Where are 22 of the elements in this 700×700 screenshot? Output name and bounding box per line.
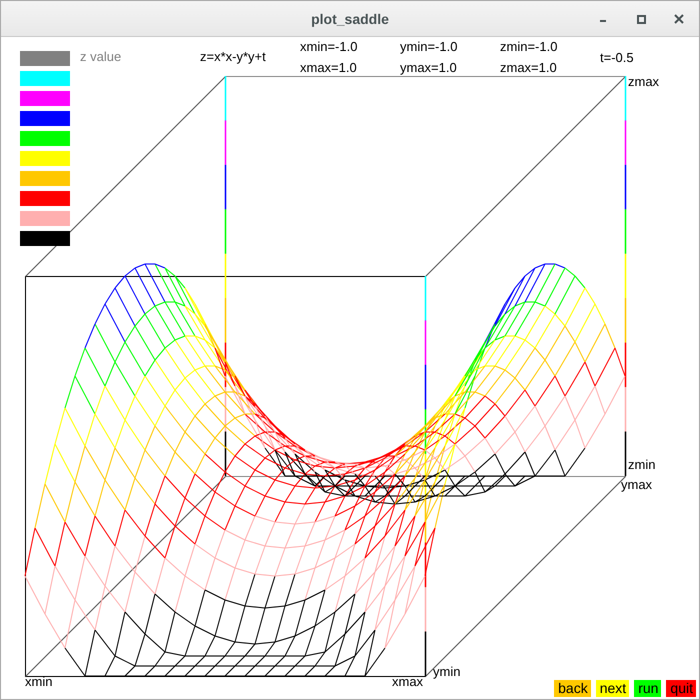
axis-label: xmax — [392, 674, 424, 689]
range-max-text: xmax=1.0 — [300, 60, 357, 75]
axis-label: zmin — [628, 457, 656, 472]
axis-label: ymin — [433, 664, 460, 679]
range-max-text: ymax=1.0 — [400, 60, 457, 75]
control-button[interactable]: run — [634, 680, 662, 697]
control-button[interactable]: next — [596, 680, 630, 697]
range-min-text: xmin=-1.0 — [300, 39, 358, 54]
range-min-text: zmin=-1.0 — [500, 39, 558, 54]
control-button[interactable]: back — [554, 680, 591, 697]
axis-label: ymax — [621, 477, 652, 492]
formula-text: z=x*x-y*y+t — [200, 49, 266, 64]
axis-label: xmin — [25, 674, 52, 689]
legend-label: z value — [80, 49, 122, 64]
time-text: t=-0.5 — [600, 50, 634, 65]
close-icon — [674, 14, 684, 24]
axis-label: zmax — [628, 74, 660, 89]
range-max-text: zmax=1.0 — [500, 60, 557, 75]
maximize-icon — [636, 14, 646, 24]
window-title: plot_saddle — [311, 10, 389, 26]
range-min-text: ymin=-1.0 — [400, 39, 458, 54]
control-button[interactable]: quit — [666, 680, 696, 697]
